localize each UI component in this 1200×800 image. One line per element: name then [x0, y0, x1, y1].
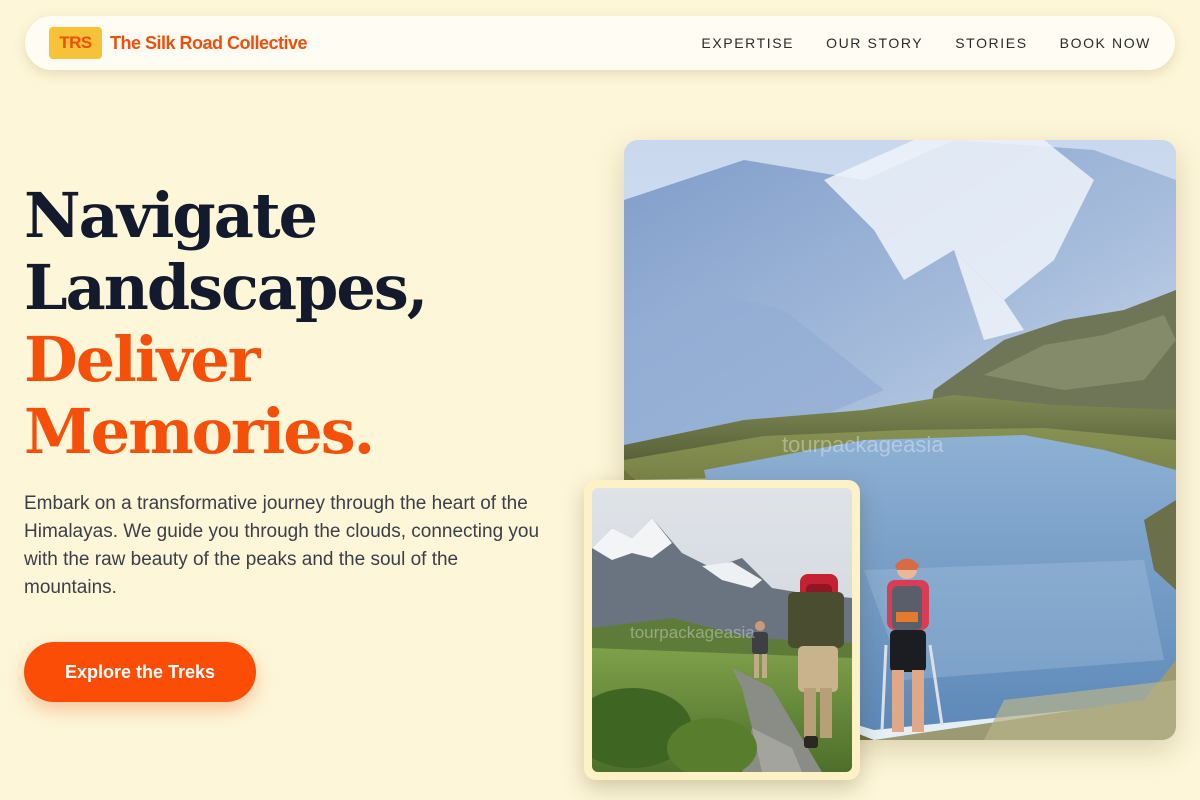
small-image-watermark: tourpackageasia: [630, 623, 755, 642]
nav-link-stories[interactable]: STORIES: [955, 35, 1027, 51]
nav-link-our-story[interactable]: OUR STORY: [826, 35, 923, 51]
headline-line-2: Landscapes,: [24, 251, 428, 324]
brand-logo[interactable]: TRS: [49, 27, 102, 59]
headline-line-1: Navigate: [24, 179, 318, 252]
trail-hikers-image: tourpackageasia: [592, 488, 852, 772]
brand-name[interactable]: The Silk Road Collective: [110, 33, 308, 54]
explore-treks-button[interactable]: Explore the Treks: [24, 642, 256, 702]
hero-lead-text: Embark on a transformative journey throu…: [24, 493, 540, 598]
top-nav: TRS The Silk Road Collective EXPERTISE O…: [25, 16, 1175, 70]
hero-photo-trail-frame: tourpackageasia: [584, 480, 860, 780]
main-image-watermark: tourpackageasia: [782, 432, 944, 457]
headline-line-4: Memories.: [24, 395, 375, 468]
hero-headline: Navigate Landscapes, Deliver Memories.: [24, 179, 428, 468]
nav-link-book-now[interactable]: BOOK NOW: [1060, 35, 1151, 51]
hero-photo-trail: tourpackageasia: [592, 488, 852, 772]
brand[interactable]: TRS The Silk Road Collective: [49, 27, 308, 59]
nav-link-expertise[interactable]: EXPERTISE: [701, 35, 794, 51]
headline-line-3: Deliver: [24, 323, 260, 396]
nav-links: EXPERTISE OUR STORY STORIES BOOK NOW: [701, 35, 1151, 51]
